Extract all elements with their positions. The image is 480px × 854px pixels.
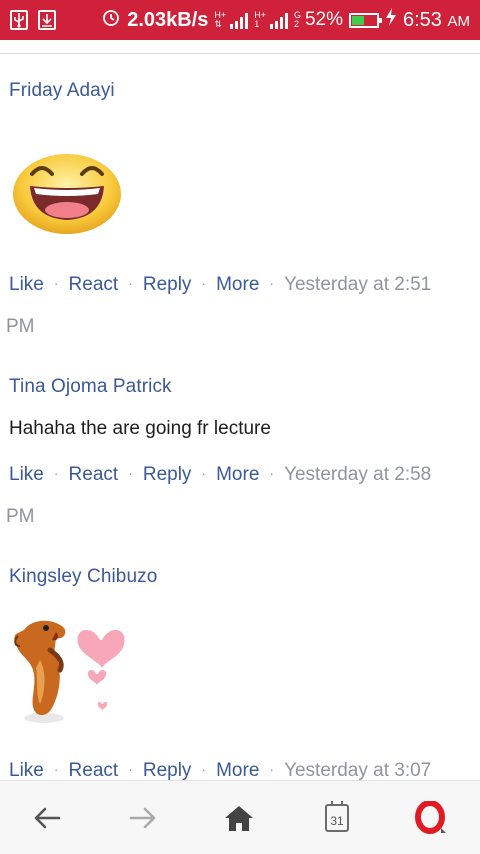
network-type-2: H+ 1 xyxy=(254,10,266,29)
comment-actions: Like · React · Reply · More · Yesterday at 3:07 xyxy=(9,760,432,780)
comment-timestamp-wrap: PM xyxy=(6,506,35,527)
bottom-navigation: 31 xyxy=(0,780,480,854)
network-speed: 2.03kB/s xyxy=(127,8,209,31)
clock: 6:53 AM xyxy=(403,8,470,31)
battery-percent: 52% xyxy=(304,9,343,30)
comment-author[interactable]: Kingsley Chibuzo xyxy=(9,566,157,588)
like-link[interactable]: Like xyxy=(9,760,44,780)
react-link[interactable]: React xyxy=(69,464,119,485)
signal-icon xyxy=(230,11,249,29)
tabs-icon[interactable]: 31 xyxy=(320,801,354,835)
comment-author[interactable]: Tina Ojoma Patrick xyxy=(9,376,172,398)
comment-feed[interactable]: Friday Adayi Like · React · Reply · More… xyxy=(0,54,480,780)
download-icon xyxy=(38,10,56,30)
alarm-icon xyxy=(101,7,121,33)
reply-link[interactable]: Reply xyxy=(143,274,192,295)
charging-icon xyxy=(385,7,397,33)
reply-link[interactable]: Reply xyxy=(143,464,192,485)
comment-author[interactable]: Friday Adayi xyxy=(9,80,115,102)
home-icon[interactable] xyxy=(222,801,256,835)
comment-timestamp: Yesterday at 3:07 xyxy=(284,760,432,780)
reply-link[interactable]: Reply xyxy=(143,760,192,780)
comment-actions: Like · React · Reply · More · Yesterday at 2:51 xyxy=(9,274,432,295)
laughing-face-sticker[interactable] xyxy=(12,146,122,236)
more-link[interactable]: More xyxy=(216,274,259,295)
comment-actions: Like · React · Reply · More · Yesterday at 2:58 xyxy=(9,464,432,485)
tabs-count: 31 xyxy=(330,814,344,828)
more-link[interactable]: More xyxy=(216,760,259,780)
comment-timestamp: Yesterday at 2:58 xyxy=(284,464,432,485)
like-link[interactable]: Like xyxy=(9,464,44,485)
forward-arrow-icon[interactable] xyxy=(126,801,160,835)
like-link[interactable]: Like xyxy=(9,274,44,295)
comment-timestamp: Yesterday at 2:51 xyxy=(284,274,432,295)
status-bar: 2.03kB/s H+ ⇅ H+ 1 G2 52% 6:53 AM xyxy=(0,0,480,40)
network-type-3: G2 xyxy=(293,10,301,29)
usb-icon xyxy=(10,10,28,30)
react-link[interactable]: React xyxy=(69,760,119,780)
meerkat-hearts-sticker[interactable] xyxy=(10,610,130,730)
opera-icon[interactable] xyxy=(414,801,448,835)
battery-icon xyxy=(349,12,382,28)
comment-text: Hahaha the are going fr lecture xyxy=(9,418,271,439)
comment-timestamp-wrap: PM xyxy=(6,316,35,337)
signal-icon xyxy=(269,11,288,29)
back-arrow-icon[interactable] xyxy=(30,801,64,835)
network-type-1: H+ ⇅ xyxy=(214,10,227,29)
more-link[interactable]: More xyxy=(216,464,259,485)
react-link[interactable]: React xyxy=(69,274,119,295)
